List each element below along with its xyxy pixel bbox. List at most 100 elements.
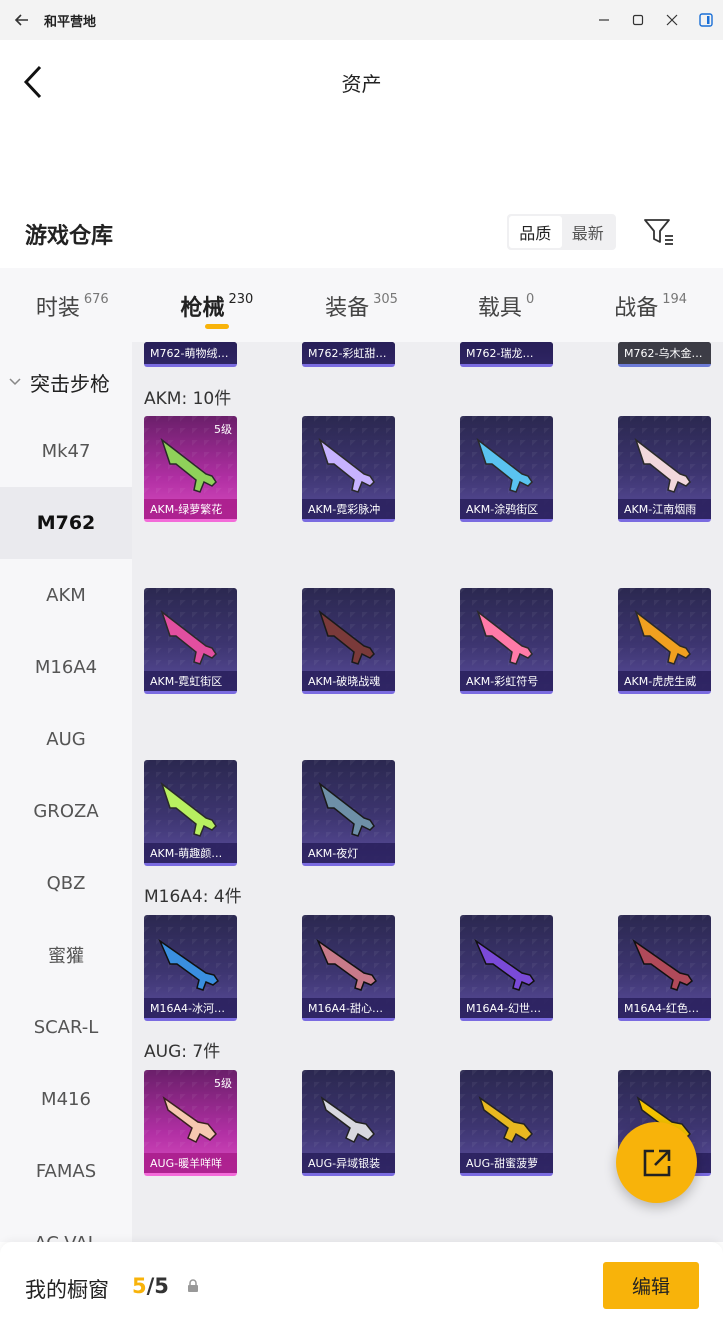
skin-card[interactable]: AKM-萌趣颜… bbox=[144, 760, 237, 866]
sidebar-group-label: 突击步枪 bbox=[30, 371, 110, 396]
sidebar-group-assault-rifle[interactable]: 突击步枪 bbox=[0, 362, 132, 402]
tab-label: 装备 bbox=[325, 296, 370, 321]
edit-button[interactable]: 编辑 bbox=[603, 1262, 699, 1309]
rifle-icon bbox=[634, 609, 691, 665]
skin-card[interactable]: M762-乌木金… bbox=[618, 342, 711, 367]
skin-card[interactable]: M16A4-红色… bbox=[618, 915, 711, 1021]
filter-icon[interactable] bbox=[642, 216, 676, 248]
rifle-icon bbox=[476, 609, 533, 665]
skin-name: M16A4-幻世… bbox=[460, 998, 553, 1018]
rifle-icon bbox=[474, 938, 536, 991]
skin-grid: M762-萌物绒… M762-彩虹甜… M762-瑞龙… M762-乌木金… A… bbox=[132, 342, 723, 1242]
rifle-icon bbox=[320, 1096, 376, 1144]
sidebar-toggle-icon[interactable] bbox=[689, 0, 723, 40]
skin-card[interactable]: AKM-霓虹街区 bbox=[144, 588, 237, 694]
skin-card[interactable]: AKM-彩虹符号 bbox=[460, 588, 553, 694]
sidebar-item-aug[interactable]: AUG bbox=[0, 703, 132, 775]
sidebar-item-qbz[interactable]: QBZ bbox=[0, 847, 132, 919]
skin-name: AKM-江南烟雨 bbox=[618, 499, 711, 519]
skin-name: M16A4-冰河… bbox=[144, 998, 237, 1018]
share-external-icon bbox=[643, 1149, 670, 1176]
minimize-icon[interactable] bbox=[587, 0, 621, 40]
sort-quality-button[interactable]: 品质 bbox=[509, 216, 562, 248]
warehouse-title: 游戏仓库 bbox=[25, 224, 114, 249]
tab-label: 载具 bbox=[477, 296, 522, 321]
section-title-aug: AUG: 7件 bbox=[144, 1042, 221, 1062]
showcase-label: 我的橱窗 bbox=[25, 1278, 109, 1302]
sidebar-item-mk47[interactable]: Mk47 bbox=[0, 415, 132, 487]
skin-name: M762-彩虹甜… bbox=[302, 342, 395, 364]
tab-label: 枪械 bbox=[180, 296, 225, 321]
skin-name: AKM-涂鸦街区 bbox=[460, 499, 553, 519]
skin-card[interactable]: AUG-甜蜜菠萝 bbox=[460, 1070, 553, 1176]
lock-icon bbox=[188, 1279, 198, 1292]
tab-vehicles[interactable]: 载具 0 bbox=[434, 268, 579, 342]
sidebar-item-groza[interactable]: GROZA bbox=[0, 775, 132, 847]
skin-name: AUG-暖羊咩咩 bbox=[144, 1153, 237, 1173]
tab-fashion[interactable]: 时装 676 bbox=[0, 268, 145, 342]
sort-newest-button[interactable]: 最新 bbox=[562, 216, 615, 248]
sidebar-item-m16a4[interactable]: M16A4 bbox=[0, 631, 132, 703]
sidebar-item-famas[interactable]: FAMAS bbox=[0, 1135, 132, 1207]
rifle-icon bbox=[476, 437, 533, 493]
skin-card[interactable]: M16A4-幻世… bbox=[460, 915, 553, 1021]
arrow-left-icon[interactable] bbox=[0, 0, 44, 40]
rifle-icon bbox=[162, 1096, 218, 1144]
sidebar-item-scar-l[interactable]: SCAR-L bbox=[0, 991, 132, 1063]
sidebar-item-m762[interactable]: M762 bbox=[0, 487, 132, 559]
tab-supplies[interactable]: 战备 194 bbox=[578, 268, 723, 342]
maximize-icon[interactable] bbox=[621, 0, 655, 40]
skin-card[interactable]: 5级 AUG-暖羊咩咩 bbox=[144, 1070, 237, 1176]
skin-name: M762-萌物绒… bbox=[144, 342, 237, 364]
close-icon[interactable] bbox=[655, 0, 689, 40]
window-titlebar: 和平营地 bbox=[0, 0, 723, 40]
share-fab[interactable] bbox=[616, 1122, 697, 1203]
rifle-icon bbox=[160, 781, 217, 837]
skin-name: AKM-霓虹街区 bbox=[144, 671, 237, 691]
skin-name: AKM-虎虎生威 bbox=[618, 671, 711, 691]
skin-card[interactable]: M762-瑞龙… bbox=[460, 342, 553, 367]
rifle-icon bbox=[160, 609, 217, 665]
skin-card[interactable]: 5级 AKM-绿萝繁花 bbox=[144, 416, 237, 522]
skin-card[interactable]: AKM-夜灯 bbox=[302, 760, 395, 866]
skin-card[interactable]: M16A4-甜心… bbox=[302, 915, 395, 1021]
skin-card[interactable]: AUG-异域银装 bbox=[302, 1070, 395, 1176]
skin-name: M16A4-甜心… bbox=[302, 998, 395, 1018]
tab-count: 230 bbox=[228, 292, 254, 307]
tab-count: 0 bbox=[525, 292, 535, 307]
skin-card[interactable]: AKM-江南烟雨 bbox=[618, 416, 711, 522]
tab-equipment[interactable]: 装备 305 bbox=[289, 268, 434, 342]
skin-name: AUG-异域银装 bbox=[302, 1153, 395, 1173]
rifle-icon bbox=[158, 938, 220, 991]
skin-name: AKM-霓彩脉冲 bbox=[302, 499, 395, 519]
tab-firearms[interactable]: 枪械 230 bbox=[145, 268, 290, 342]
rifle-icon bbox=[316, 938, 378, 991]
showcase-bar: 我的橱窗 5/5 编辑 bbox=[0, 1242, 723, 1328]
chevron-down-icon bbox=[0, 375, 30, 390]
sidebar-item-ac-val[interactable]: AC-VAL bbox=[0, 1207, 132, 1243]
skin-card[interactable]: AKM-霓彩脉冲 bbox=[302, 416, 395, 522]
tab-count: 305 bbox=[373, 292, 398, 307]
skin-card[interactable]: M16A4-冰河… bbox=[144, 915, 237, 1021]
tab-label: 时装 bbox=[35, 296, 80, 321]
tab-count: 676 bbox=[83, 292, 109, 307]
skin-card[interactable]: M762-彩虹甜… bbox=[302, 342, 395, 367]
rifle-icon bbox=[634, 437, 691, 493]
window-title: 和平营地 bbox=[44, 14, 97, 30]
skin-card[interactable]: AKM-破晓战魂 bbox=[302, 588, 395, 694]
sidebar-item-akm[interactable]: AKM bbox=[0, 559, 132, 631]
section-title-akm: AKM: 10件 bbox=[144, 389, 232, 409]
skin-name: AKM-萌趣颜… bbox=[144, 843, 237, 863]
skin-card[interactable]: M762-萌物绒… bbox=[144, 342, 237, 367]
skin-name: AUG-甜蜜菠萝 bbox=[460, 1153, 553, 1173]
rifle-icon bbox=[318, 781, 375, 837]
tab-count: 194 bbox=[662, 292, 688, 307]
sidebar-item-m416[interactable]: M416 bbox=[0, 1063, 132, 1135]
skin-name: M762-乌木金… bbox=[618, 342, 711, 364]
sort-toggle: 品质 最新 bbox=[507, 214, 616, 250]
skin-card[interactable]: AKM-涂鸦街区 bbox=[460, 416, 553, 522]
rifle-icon bbox=[632, 938, 694, 991]
rifle-icon bbox=[160, 437, 217, 493]
sidebar-item-honey-badger[interactable]: 蜜獾 bbox=[0, 919, 132, 991]
skin-card[interactable]: AKM-虎虎生威 bbox=[618, 588, 711, 694]
